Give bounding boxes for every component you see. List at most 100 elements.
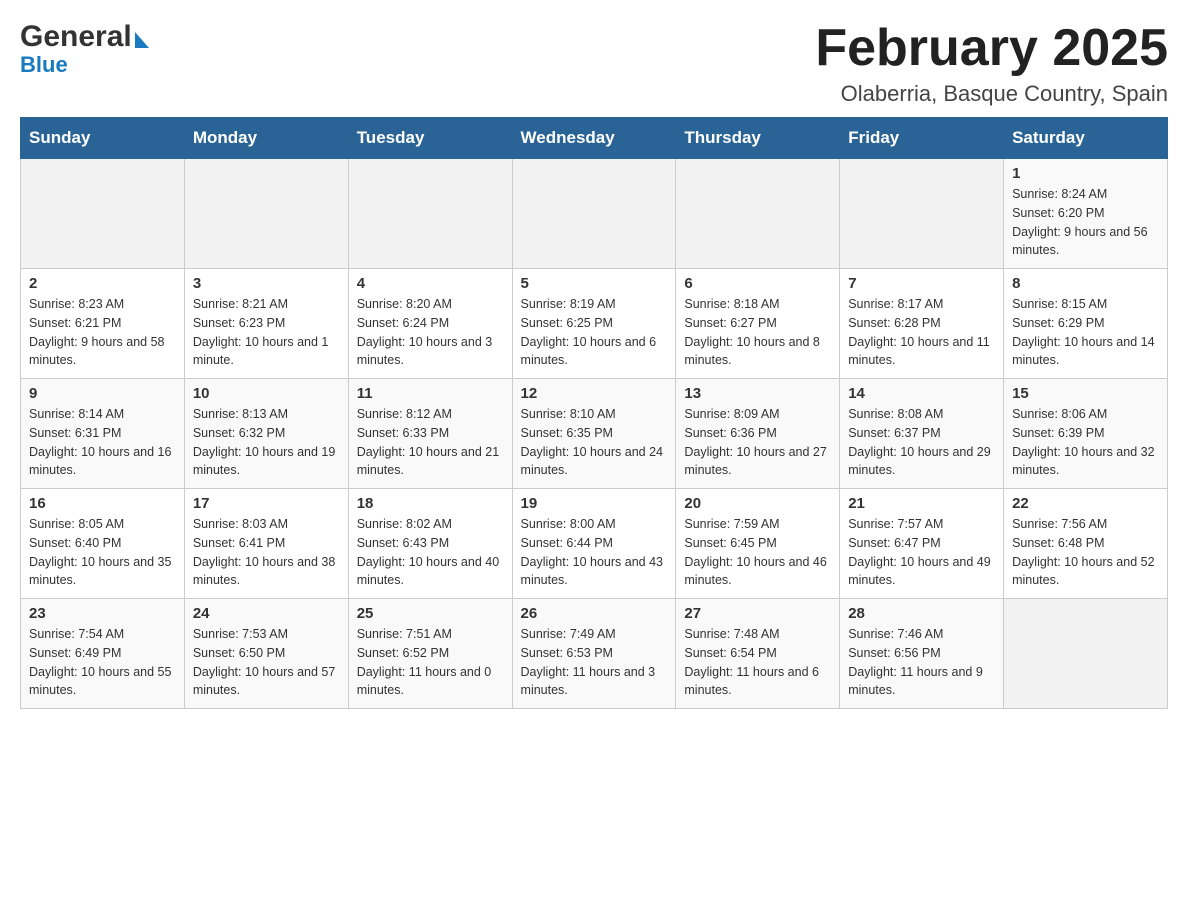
calendar-cell: 6 Sunrise: 8:18 AM Sunset: 6:27 PM Daylig… [676,269,840,379]
day-info: Sunrise: 7:51 AM Sunset: 6:52 PM Dayligh… [357,625,504,700]
calendar-cell: 16 Sunrise: 8:05 AM Sunset: 6:40 PM Dayli… [21,489,185,599]
calendar-cell: 17 Sunrise: 8:03 AM Sunset: 6:41 PM Dayli… [184,489,348,599]
day-number: 1 [1012,165,1159,182]
page-header: General Blue February 2025 Olaberria, Ba… [20,20,1168,107]
day-info: Sunrise: 8:05 AM Sunset: 6:40 PM Dayligh… [29,515,176,590]
day-info: Sunrise: 7:57 AM Sunset: 6:47 PM Dayligh… [848,515,995,590]
day-number: 20 [684,495,831,512]
calendar-cell: 3 Sunrise: 8:21 AM Sunset: 6:23 PM Daylig… [184,269,348,379]
title-block: February 2025 Olaberria, Basque Country,… [815,20,1168,107]
day-number: 14 [848,385,995,402]
calendar-subtitle: Olaberria, Basque Country, Spain [815,81,1168,107]
calendar-table: SundayMondayTuesdayWednesdayThursdayFrid… [20,117,1168,709]
day-header-wednesday: Wednesday [512,118,676,159]
day-info: Sunrise: 8:03 AM Sunset: 6:41 PM Dayligh… [193,515,340,590]
day-info: Sunrise: 8:13 AM Sunset: 6:32 PM Dayligh… [193,405,340,480]
week-row-2: 2 Sunrise: 8:23 AM Sunset: 6:21 PM Daylig… [21,269,1168,379]
day-info: Sunrise: 8:02 AM Sunset: 6:43 PM Dayligh… [357,515,504,590]
day-number: 16 [29,495,176,512]
week-row-4: 16 Sunrise: 8:05 AM Sunset: 6:40 PM Dayli… [21,489,1168,599]
day-info: Sunrise: 8:23 AM Sunset: 6:21 PM Dayligh… [29,295,176,370]
calendar-cell: 11 Sunrise: 8:12 AM Sunset: 6:33 PM Dayli… [348,379,512,489]
day-number: 21 [848,495,995,512]
calendar-cell: 5 Sunrise: 8:19 AM Sunset: 6:25 PM Daylig… [512,269,676,379]
day-number: 3 [193,275,340,292]
logo-general-text: General [20,20,132,54]
day-number: 25 [357,605,504,622]
day-info: Sunrise: 8:00 AM Sunset: 6:44 PM Dayligh… [521,515,668,590]
calendar-cell: 10 Sunrise: 8:13 AM Sunset: 6:32 PM Dayli… [184,379,348,489]
day-number: 27 [684,605,831,622]
day-info: Sunrise: 8:19 AM Sunset: 6:25 PM Dayligh… [521,295,668,370]
day-number: 19 [521,495,668,512]
day-info: Sunrise: 8:10 AM Sunset: 6:35 PM Dayligh… [521,405,668,480]
day-info: Sunrise: 8:12 AM Sunset: 6:33 PM Dayligh… [357,405,504,480]
calendar-cell: 24 Sunrise: 7:53 AM Sunset: 6:50 PM Dayli… [184,599,348,709]
days-of-week-row: SundayMondayTuesdayWednesdayThursdayFrid… [21,118,1168,159]
day-number: 23 [29,605,176,622]
logo-blue-text: Blue [20,52,68,78]
day-number: 7 [848,275,995,292]
calendar-cell [184,159,348,269]
day-info: Sunrise: 7:46 AM Sunset: 6:56 PM Dayligh… [848,625,995,700]
day-info: Sunrise: 8:17 AM Sunset: 6:28 PM Dayligh… [848,295,995,370]
week-row-5: 23Sunrise: 7:54 AM Sunset: 6:49 PM Dayli… [21,599,1168,709]
day-info: Sunrise: 8:09 AM Sunset: 6:36 PM Dayligh… [684,405,831,480]
day-number: 18 [357,495,504,512]
calendar-cell: 12 Sunrise: 8:10 AM Sunset: 6:35 PM Dayli… [512,379,676,489]
day-number: 11 [357,385,504,402]
calendar-cell: 2 Sunrise: 8:23 AM Sunset: 6:21 PM Daylig… [21,269,185,379]
day-info: Sunrise: 7:56 AM Sunset: 6:48 PM Dayligh… [1012,515,1159,590]
day-info: Sunrise: 8:21 AM Sunset: 6:23 PM Dayligh… [193,295,340,370]
calendar-cell: 18 Sunrise: 8:02 AM Sunset: 6:43 PM Dayli… [348,489,512,599]
day-header-tuesday: Tuesday [348,118,512,159]
calendar-cell: 13Sunrise: 8:09 AM Sunset: 6:36 PM Dayli… [676,379,840,489]
day-info: Sunrise: 8:06 AM Sunset: 6:39 PM Dayligh… [1012,405,1159,480]
calendar-cell: 26 Sunrise: 7:49 AM Sunset: 6:53 PM Dayli… [512,599,676,709]
day-number: 17 [193,495,340,512]
calendar-header: SundayMondayTuesdayWednesdayThursdayFrid… [21,118,1168,159]
calendar-cell: 28Sunrise: 7:46 AM Sunset: 6:56 PM Dayli… [840,599,1004,709]
day-header-friday: Friday [840,118,1004,159]
day-number: 15 [1012,385,1159,402]
day-info: Sunrise: 8:15 AM Sunset: 6:29 PM Dayligh… [1012,295,1159,370]
calendar-cell: 4 Sunrise: 8:20 AM Sunset: 6:24 PM Daylig… [348,269,512,379]
day-number: 22 [1012,495,1159,512]
day-number: 2 [29,275,176,292]
calendar-cell [21,159,185,269]
day-info: Sunrise: 8:18 AM Sunset: 6:27 PM Dayligh… [684,295,831,370]
day-number: 10 [193,385,340,402]
week-row-3: 9 Sunrise: 8:14 AM Sunset: 6:31 PM Daylig… [21,379,1168,489]
logo-arrow-icon [135,32,149,48]
day-info: Sunrise: 8:08 AM Sunset: 6:37 PM Dayligh… [848,405,995,480]
calendar-cell: 25 Sunrise: 7:51 AM Sunset: 6:52 PM Dayli… [348,599,512,709]
day-number: 6 [684,275,831,292]
calendar-cell: 14 Sunrise: 8:08 AM Sunset: 6:37 PM Dayli… [840,379,1004,489]
calendar-cell [676,159,840,269]
day-header-thursday: Thursday [676,118,840,159]
day-info: Sunrise: 7:59 AM Sunset: 6:45 PM Dayligh… [684,515,831,590]
day-info: Sunrise: 7:48 AM Sunset: 6:54 PM Dayligh… [684,625,831,700]
day-info: Sunrise: 7:49 AM Sunset: 6:53 PM Dayligh… [521,625,668,700]
day-info: Sunrise: 8:14 AM Sunset: 6:31 PM Dayligh… [29,405,176,480]
calendar-cell [1004,599,1168,709]
day-number: 24 [193,605,340,622]
calendar-cell: 20 Sunrise: 7:59 AM Sunset: 6:45 PM Dayli… [676,489,840,599]
calendar-cell: 9 Sunrise: 8:14 AM Sunset: 6:31 PM Daylig… [21,379,185,489]
calendar-cell: 27 Sunrise: 7:48 AM Sunset: 6:54 PM Dayli… [676,599,840,709]
calendar-cell: 23Sunrise: 7:54 AM Sunset: 6:49 PM Dayli… [21,599,185,709]
day-number: 26 [521,605,668,622]
calendar-cell: 8 Sunrise: 8:15 AM Sunset: 6:29 PM Daylig… [1004,269,1168,379]
day-header-monday: Monday [184,118,348,159]
day-number: 5 [521,275,668,292]
calendar-cell: 21 Sunrise: 7:57 AM Sunset: 6:47 PM Dayli… [840,489,1004,599]
day-info: Sunrise: 8:20 AM Sunset: 6:24 PM Dayligh… [357,295,504,370]
day-number: 9 [29,385,176,402]
day-info: Sunrise: 7:53 AM Sunset: 6:50 PM Dayligh… [193,625,340,700]
day-number: 12 [521,385,668,402]
calendar-title: February 2025 [815,20,1168,77]
day-number: 4 [357,275,504,292]
day-header-saturday: Saturday [1004,118,1168,159]
day-number: 8 [1012,275,1159,292]
logo: General Blue [20,20,149,78]
